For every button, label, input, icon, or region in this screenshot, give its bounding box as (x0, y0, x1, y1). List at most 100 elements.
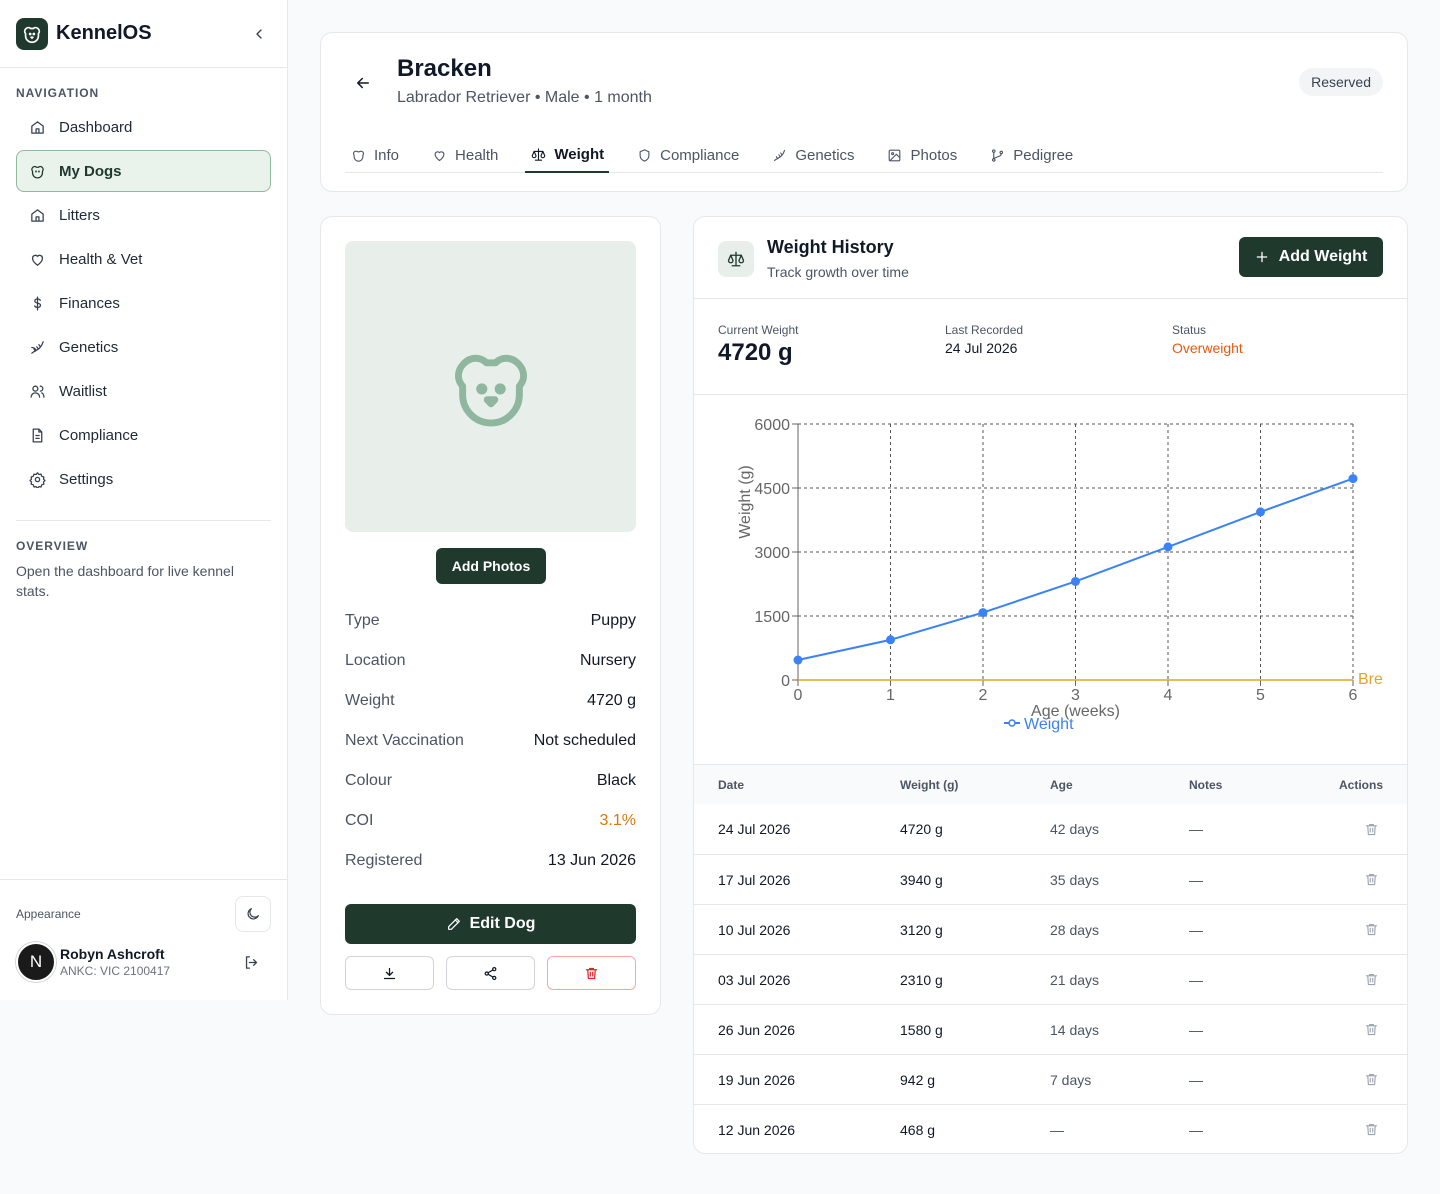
sidebar-item-finances[interactable]: Finances (16, 282, 271, 324)
tab-weight[interactable]: Weight (525, 137, 610, 173)
data-point (1163, 542, 1173, 552)
collapse-sidebar-button[interactable] (247, 22, 271, 46)
stat-value: Overweight (1172, 340, 1243, 356)
heart-icon (431, 147, 447, 163)
tab-pedigree[interactable]: Pedigree (984, 137, 1078, 173)
plus-icon (1255, 250, 1269, 264)
info-row-colour: Colour Black (345, 761, 636, 801)
sidebar-item-genetics[interactable]: Genetics (16, 326, 271, 368)
shield-icon (636, 147, 652, 163)
cell-date: 10 Jul 2026 (718, 921, 791, 938)
delete-dog-button[interactable] (547, 956, 636, 990)
info-value: Nursery (579, 652, 636, 669)
info-row-weight: Weight 4720 g (345, 681, 636, 721)
sidebar-item-waitlist[interactable]: Waitlist (16, 370, 271, 412)
status-badge: Reserved (1299, 68, 1383, 96)
share-icon (484, 966, 497, 980)
info-value: 3.1% (599, 812, 636, 829)
info-label: Colour (345, 772, 393, 789)
user-info: Robyn Ashcroft ANKC: VIC 2100417 (60, 946, 170, 978)
home-icon (28, 206, 46, 224)
cell-age: 35 days (1050, 871, 1100, 888)
stat-label: Last Recorded (945, 323, 1024, 337)
tab-compliance[interactable]: Compliance (631, 137, 744, 173)
sidebar-item-settings[interactable]: Settings (16, 458, 271, 500)
legend-marker-point (1008, 719, 1016, 727)
document-icon (28, 426, 46, 444)
cell-notes: — (1189, 921, 1203, 938)
moon-icon (247, 908, 259, 920)
x-tick-label: 5 (1256, 687, 1265, 704)
user-name: Robyn Ashcroft (60, 946, 165, 962)
tab-info[interactable]: Info (345, 137, 404, 173)
delete-entry-button[interactable] (1359, 918, 1383, 942)
dog-subtitle: Labrador Retriever • Male • 1 month (397, 89, 652, 106)
download-button[interactable] (345, 956, 434, 990)
sidebar-item-health-vet[interactable]: Health & Vet (16, 238, 271, 280)
add-photos-button[interactable]: Add Photos (436, 548, 546, 584)
data-point (1071, 576, 1080, 586)
info-value: Puppy (590, 612, 636, 629)
column-header-age: Age (1050, 777, 1073, 792)
stat-label: Status (1172, 323, 1207, 337)
tab-label: Health (455, 146, 499, 164)
theme-toggle-button[interactable] (235, 896, 271, 932)
delete-entry-button[interactable] (1359, 817, 1383, 841)
appearance-row: Appearance (16, 896, 271, 932)
cell-notes: — (1189, 1021, 1203, 1038)
sidebar-item-label: Health & Vet (59, 250, 143, 268)
delete-entry-button[interactable] (1359, 868, 1383, 892)
data-point (886, 635, 895, 645)
dog-tabs: Info Health Weight Compliance Genetics P… (345, 137, 1383, 173)
delete-entry-button[interactable] (1359, 1118, 1383, 1142)
tab-health[interactable]: Health (426, 137, 503, 173)
x-tick-label: 1 (886, 687, 895, 704)
dog-icon (350, 147, 366, 163)
info-row-location: Location Nursery (345, 641, 636, 681)
cell-date: 03 Jul 2026 (718, 971, 791, 988)
dna-icon (28, 338, 46, 356)
table-body: 24 Jul 2026 4720 g 42 days — 17 Jul 2026… (694, 804, 1407, 1153)
delete-entry-button[interactable] (1359, 1018, 1383, 1042)
info-value: 13 Jun 2026 (547, 852, 636, 869)
stat-value: 24 Jul 2026 (945, 340, 1018, 356)
trash-icon (1365, 973, 1377, 986)
cell-notes: — (1189, 871, 1203, 888)
tab-genetics[interactable]: Genetics (766, 137, 859, 173)
y-tick-label: 1500 (754, 609, 790, 626)
delete-entry-button[interactable] (1359, 1068, 1383, 1092)
cell-date: 24 Jul 2026 (718, 821, 791, 837)
sidebar-item-dashboard[interactable]: Dashboard (16, 106, 271, 148)
sidebar-item-compliance[interactable]: Compliance (16, 414, 271, 456)
column-header-date: Date (718, 777, 745, 792)
share-button[interactable] (446, 956, 535, 990)
avatar[interactable]: N (16, 942, 56, 982)
last-recorded-stat: Last Recorded 24 Jul 2026 (945, 323, 1023, 356)
sidebar-item-label: My Dogs (59, 162, 122, 180)
delete-entry-button[interactable] (1359, 968, 1383, 992)
tab-label: Info (374, 146, 400, 164)
table-row: 19 Jun 2026 942 g 7 days — (694, 1054, 1407, 1104)
logout-button[interactable] (239, 950, 263, 974)
stat-label: Current Weight (718, 323, 799, 337)
sidebar-item-my-dogs[interactable]: My Dogs (16, 150, 271, 192)
cell-age: 21 days (1050, 971, 1100, 988)
tab-label: Compliance (660, 146, 740, 164)
cell-notes: — (1189, 821, 1203, 837)
cell-date: 17 Jul 2026 (718, 871, 791, 888)
sidebar-item-litters[interactable]: Litters (16, 194, 271, 236)
back-button[interactable] (351, 71, 375, 95)
dog-header-card: Bracken Labrador Retriever • Male • 1 mo… (320, 32, 1408, 192)
y-tick-label: 6000 (754, 417, 790, 434)
download-icon (383, 967, 396, 979)
sidebar-item-label: Waitlist (59, 382, 107, 400)
stat-value: 4720 g (718, 339, 793, 366)
data-point (1348, 474, 1358, 484)
info-row-coi: COI 3.1% (345, 801, 636, 841)
x-tick-label: 4 (1164, 687, 1173, 704)
tab-photos[interactable]: Photos (882, 137, 963, 173)
edit-dog-button[interactable]: Edit Dog (345, 904, 636, 944)
add-weight-button[interactable]: Add Weight (1239, 237, 1383, 277)
trash-icon (1365, 1073, 1377, 1086)
data-point (793, 655, 803, 665)
